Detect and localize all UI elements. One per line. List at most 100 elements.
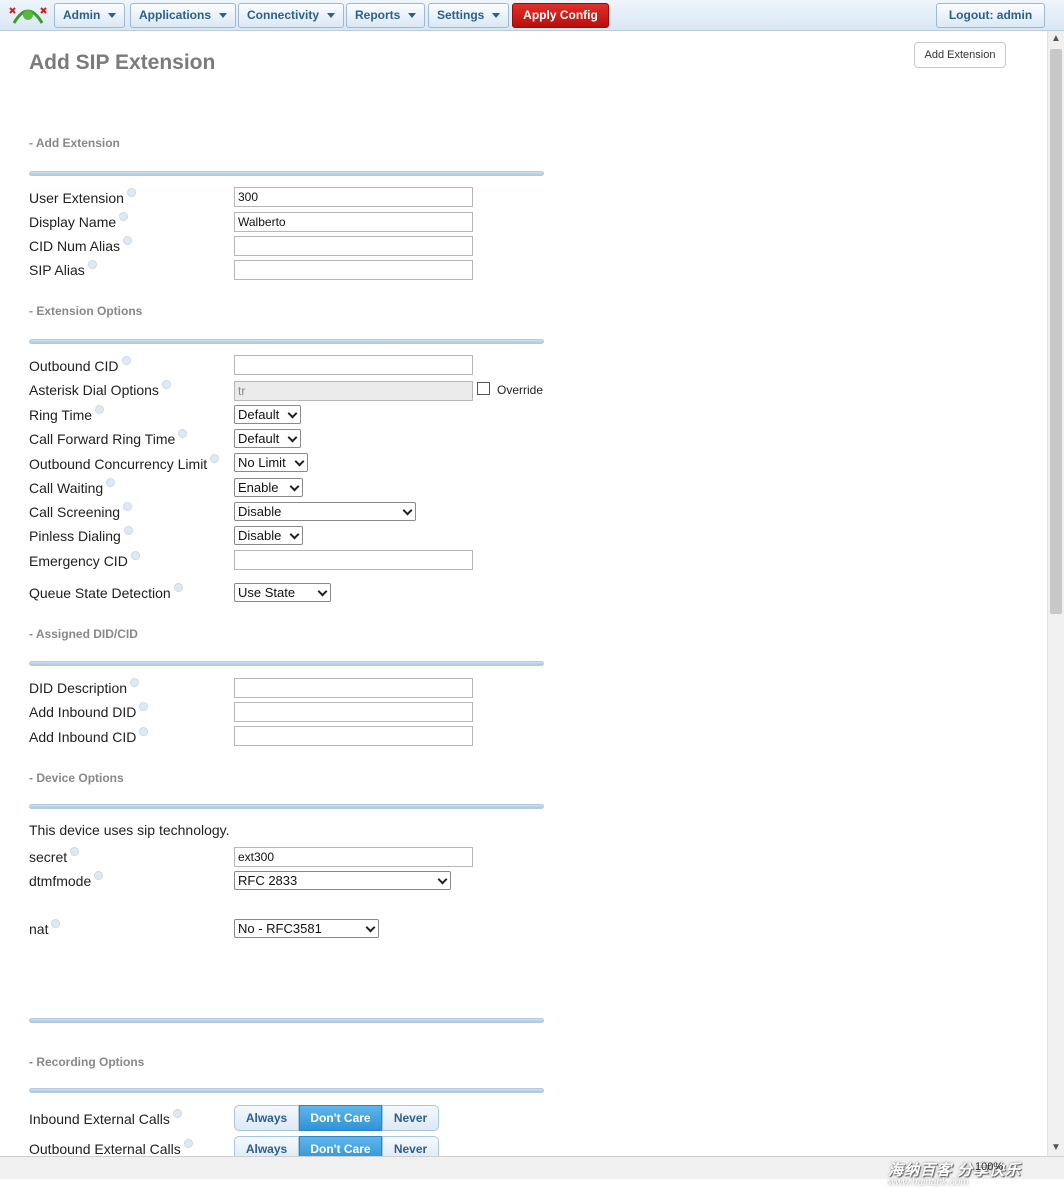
- cf-ring-time-select[interactable]: Default: [234, 429, 301, 448]
- concurrency-select[interactable]: No Limit: [234, 453, 308, 472]
- add-extension-button[interactable]: Add Extension: [914, 42, 1006, 68]
- chevron-down-icon: [108, 13, 117, 19]
- section-add-extension[interactable]: - Add Extension: [29, 136, 120, 150]
- inbound-cid-input[interactable]: [234, 726, 473, 746]
- never-button[interactable]: Never: [382, 1105, 439, 1131]
- chevron-down-icon: [287, 432, 298, 443]
- help-icon[interactable]: [130, 678, 140, 687]
- dont-care-button[interactable]: Don't Care: [299, 1105, 382, 1131]
- concurrency-label: Outbound Concurrency Limit: [29, 454, 220, 472]
- chevron-down-icon: [327, 13, 336, 19]
- scroll-up-icon[interactable]: ▲: [1048, 31, 1064, 47]
- scroll-thumb[interactable]: [1050, 49, 1062, 614]
- pinless-dialing-select[interactable]: Disable: [234, 526, 303, 545]
- override-label: Override: [497, 383, 544, 397]
- help-icon[interactable]: [87, 260, 97, 269]
- help-icon[interactable]: [119, 212, 129, 221]
- chevron-down-icon: [402, 505, 413, 516]
- top-navbar: Admin Applications Connectivity Reports …: [0, 0, 1064, 31]
- dial-options-label: Asterisk Dial Options: [29, 380, 171, 398]
- inbound-external-toggle: Always Don't Care Never: [234, 1105, 439, 1131]
- nat-select[interactable]: No - RFC3581: [234, 919, 379, 938]
- section-divider: [29, 171, 544, 176]
- chevron-down-icon: [219, 13, 228, 19]
- help-icon[interactable]: [123, 502, 133, 511]
- always-button[interactable]: Always: [234, 1105, 299, 1131]
- dtmfmode-label: dtmfmode: [29, 871, 104, 889]
- section-recording-options[interactable]: - Recording Options: [29, 1055, 144, 1069]
- nav-reports-button[interactable]: Reports: [346, 3, 426, 28]
- section-extension-options[interactable]: - Extension Options: [29, 304, 142, 318]
- nav-applications-button[interactable]: Applications: [130, 3, 237, 28]
- help-icon[interactable]: [139, 727, 149, 736]
- call-waiting-label: Call Waiting: [29, 478, 116, 496]
- nav-admin-button[interactable]: Admin: [54, 3, 126, 28]
- call-screening-select[interactable]: Disable: [234, 502, 416, 521]
- chevron-down-icon: [365, 922, 376, 933]
- nav-connectivity-button[interactable]: Connectivity: [238, 3, 345, 28]
- ring-time-select[interactable]: Default: [234, 405, 301, 424]
- section-divider: [29, 661, 544, 666]
- help-icon[interactable]: [173, 583, 183, 592]
- help-icon[interactable]: [121, 356, 131, 365]
- section-divider: [29, 339, 544, 344]
- help-icon[interactable]: [210, 454, 220, 463]
- help-icon[interactable]: [123, 526, 133, 535]
- help-icon[interactable]: [94, 871, 104, 880]
- override-checkbox[interactable]: [477, 382, 490, 395]
- apply-config-button[interactable]: Apply Config: [512, 3, 609, 28]
- section-device-options[interactable]: - Device Options: [29, 771, 124, 785]
- inbound-did-input[interactable]: [234, 702, 473, 722]
- secret-input[interactable]: ext300: [234, 847, 473, 867]
- call-waiting-select[interactable]: Enable: [234, 478, 303, 497]
- zoom-level[interactable]: 100%: [975, 1161, 1003, 1173]
- logout-button[interactable]: Logout: admin: [936, 3, 1045, 28]
- cf-ring-time-label: Call Forward Ring Time: [29, 429, 188, 447]
- user-extension-input[interactable]: 300: [234, 187, 473, 207]
- section-assigned-did[interactable]: - Assigned DID/CID: [29, 627, 138, 641]
- ring-time-label: Ring Time: [29, 405, 105, 423]
- browser-status-bar: 海纳百客 分享快乐 www.hainabk.com 100%: [0, 1156, 1064, 1188]
- cid-num-alias-input[interactable]: [234, 236, 473, 256]
- help-icon[interactable]: [51, 919, 61, 928]
- display-name-input[interactable]: Walberto: [234, 212, 473, 232]
- call-screening-label: Call Screening: [29, 502, 133, 520]
- chevron-down-icon: [408, 13, 417, 19]
- nav-settings-button[interactable]: Settings: [428, 3, 510, 28]
- did-description-label: DID Description: [29, 678, 140, 696]
- queue-state-select[interactable]: Use State: [234, 583, 331, 602]
- chevron-down-icon: [317, 586, 328, 597]
- freepbx-logo-icon[interactable]: [6, 3, 50, 28]
- chevron-down-icon: [289, 481, 300, 492]
- nat-label: nat: [29, 919, 61, 937]
- help-icon[interactable]: [106, 478, 116, 487]
- inbound-cid-label: Add Inbound CID: [29, 727, 149, 745]
- outbound-cid-label: Outbound CID: [29, 356, 131, 374]
- help-icon[interactable]: [178, 429, 188, 438]
- help-icon[interactable]: [126, 188, 136, 197]
- chevron-down-icon: [492, 13, 501, 19]
- emergency-cid-label: Emergency CID: [29, 551, 140, 569]
- did-description-input[interactable]: [234, 678, 473, 698]
- dial-options-input: tr: [234, 381, 473, 401]
- dtmfmode-select[interactable]: RFC 2833: [234, 871, 451, 890]
- help-icon[interactable]: [70, 847, 80, 856]
- help-icon[interactable]: [123, 236, 133, 245]
- help-icon[interactable]: [130, 551, 140, 560]
- help-icon[interactable]: [183, 1139, 193, 1148]
- inbound-external-label: Inbound External Calls: [29, 1109, 182, 1127]
- sip-alias-input[interactable]: [234, 260, 473, 280]
- vertical-scrollbar[interactable]: ▲ ▼: [1047, 31, 1064, 1156]
- outbound-cid-input[interactable]: [234, 355, 473, 375]
- emergency-cid-input[interactable]: [234, 550, 473, 570]
- scroll-down-icon[interactable]: ▼: [1048, 1140, 1064, 1156]
- help-icon[interactable]: [161, 380, 171, 389]
- chevron-down-icon: [289, 529, 300, 540]
- user-extension-label: User Extension: [29, 188, 136, 206]
- help-icon[interactable]: [95, 405, 105, 414]
- chevron-down-icon: [294, 456, 305, 467]
- help-icon[interactable]: [139, 702, 149, 711]
- help-icon[interactable]: [172, 1109, 182, 1118]
- section-divider: [29, 1018, 544, 1023]
- inbound-did-label: Add Inbound DID: [29, 702, 149, 720]
